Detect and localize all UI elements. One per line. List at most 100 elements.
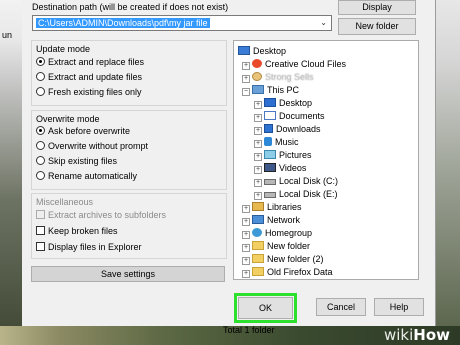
checkbox-extract-to-subfolders: Extract archives to subfolders	[36, 209, 166, 221]
watermark-suffix: How	[413, 326, 451, 344]
radio-button-icon[interactable]	[36, 171, 45, 180]
tree-item-desktop[interactable]: Desktop	[238, 45, 286, 57]
tree-item-new-folder-2[interactable]: + New folder (2)	[242, 253, 324, 265]
checkbox-keep-broken-files[interactable]: Keep broken files	[36, 225, 118, 237]
expand-icon[interactable]: +	[242, 231, 250, 239]
folder-icon	[252, 267, 264, 276]
expand-icon[interactable]: +	[254, 179, 262, 187]
expand-icon[interactable]: +	[254, 153, 262, 161]
homegroup-icon	[252, 228, 262, 237]
checkbox-icon[interactable]	[36, 242, 45, 251]
cancel-button[interactable]: Cancel	[316, 298, 366, 316]
new-folder-button[interactable]: New folder	[338, 18, 416, 35]
radio-fresh-existing[interactable]: Fresh existing files only	[36, 86, 142, 98]
status-total-text: Total 1 folder	[223, 325, 275, 335]
downloads-icon	[264, 124, 273, 133]
tree-item-this-pc[interactable]: − This PC	[242, 84, 299, 96]
tree-item-label: Homegroup	[265, 228, 313, 238]
desktop-folder-icon	[264, 98, 276, 107]
expand-icon[interactable]: +	[242, 205, 250, 213]
expand-icon[interactable]: +	[242, 218, 250, 226]
radio-skip-existing[interactable]: Skip existing files	[36, 155, 117, 167]
radio-label: Rename automatically	[48, 171, 138, 181]
disk-icon	[264, 192, 276, 198]
tree-item-local-disk-c[interactable]: + Local Disk (C:)	[254, 175, 338, 187]
tree-item-label: New folder	[267, 241, 311, 251]
radio-extract-replace[interactable]: Extract and replace files	[36, 56, 144, 68]
update-mode-title: Update mode	[36, 44, 91, 54]
tree-item-libraries[interactable]: + Libraries	[242, 201, 302, 213]
expand-icon[interactable]: +	[242, 257, 250, 265]
radio-label: Ask before overwrite	[48, 126, 131, 136]
expand-icon[interactable]: +	[254, 101, 262, 109]
radio-extract-update[interactable]: Extract and update files	[36, 71, 142, 83]
desktop-icon	[238, 46, 250, 55]
miscellaneous-title: Miscellaneous	[36, 197, 94, 207]
tree-item-new-folder[interactable]: + New folder	[242, 240, 310, 252]
expand-icon[interactable]: +	[242, 270, 250, 278]
expand-icon[interactable]: +	[254, 192, 262, 200]
destination-path-value[interactable]: C:\Users\ADMIN\Downloads\pdf\my jar file	[36, 18, 210, 28]
expand-icon[interactable]: +	[242, 62, 250, 70]
user-folder-icon	[252, 72, 262, 81]
destination-path-combobox[interactable]: C:\Users\ADMIN\Downloads\pdf\my jar file…	[32, 15, 332, 31]
tree-item-music[interactable]: + Music	[254, 136, 299, 148]
tree-item-homegroup[interactable]: + Homegroup	[242, 227, 312, 239]
tree-item-documents[interactable]: + Documents	[254, 110, 325, 122]
checkbox-label: Display files in Explorer	[48, 242, 142, 252]
radio-label: Fresh existing files only	[48, 87, 142, 97]
radio-rename-automatically[interactable]: Rename automatically	[36, 170, 137, 182]
expand-icon[interactable]: +	[242, 75, 250, 83]
folder-icon	[252, 241, 264, 250]
this-pc-icon	[252, 85, 264, 94]
tree-item-user[interactable]: + Strong Sells	[242, 71, 314, 83]
expand-icon[interactable]: +	[254, 166, 262, 174]
tree-item-network[interactable]: + Network	[242, 214, 300, 226]
libraries-icon	[252, 202, 264, 211]
display-button[interactable]: Display	[338, 0, 416, 15]
radio-button-icon[interactable]	[36, 156, 45, 165]
help-button[interactable]: Help	[374, 298, 424, 316]
ok-button[interactable]: OK	[234, 293, 297, 323]
expand-icon[interactable]: +	[254, 114, 262, 122]
background-window-left: un	[0, 0, 22, 345]
tree-item-local-disk-e[interactable]: + Local Disk (E:)	[254, 188, 338, 200]
chevron-down-icon[interactable]: ⌄	[320, 18, 327, 27]
collapse-icon[interactable]: −	[242, 88, 250, 96]
expand-icon[interactable]: +	[254, 140, 262, 148]
checkbox-display-in-explorer[interactable]: Display files in Explorer	[36, 241, 142, 253]
radio-button-icon[interactable]	[36, 87, 45, 96]
tree-item-label: Pictures	[279, 150, 312, 160]
tree-item-label: Music	[275, 137, 299, 147]
tree-item-pictures[interactable]: + Pictures	[254, 149, 312, 161]
wikihow-watermark: wikiHow	[384, 326, 450, 344]
creative-cloud-icon	[252, 59, 262, 68]
save-settings-button[interactable]: Save settings	[31, 266, 225, 282]
checkbox-label: Extract archives to subfolders	[48, 210, 167, 220]
tree-item-old-firefox-data[interactable]: + Old Firefox Data	[242, 266, 333, 278]
checkbox-icon[interactable]	[36, 226, 45, 235]
update-mode-group: Update mode Extract and replace files Ex…	[31, 40, 227, 106]
expand-icon[interactable]: +	[254, 127, 262, 135]
tree-item-videos[interactable]: + Videos	[254, 162, 306, 174]
tree-item-creative-cloud[interactable]: + Creative Cloud Files	[242, 58, 346, 70]
tree-item-label: Documents	[279, 111, 325, 121]
disk-icon	[264, 179, 276, 185]
extract-dialog: Destination path (will be created if doe…	[22, 0, 436, 326]
radio-button-icon[interactable]	[36, 126, 45, 135]
folder-icon	[252, 254, 264, 263]
radio-overwrite-without-prompt[interactable]: Overwrite without prompt	[36, 140, 148, 152]
tree-item-downloads[interactable]: + Downloads	[254, 123, 321, 135]
tree-item-label: Libraries	[267, 202, 302, 212]
folder-tree[interactable]: Desktop + Creative Cloud Files + Strong Se…	[233, 40, 419, 280]
checkbox-icon	[36, 210, 45, 219]
radio-button-icon[interactable]	[36, 72, 45, 81]
radio-button-icon[interactable]	[36, 141, 45, 150]
tree-item-pc-desktop[interactable]: + Desktop	[254, 97, 312, 109]
expand-icon[interactable]: +	[242, 244, 250, 252]
radio-ask-before-overwrite[interactable]: Ask before overwrite	[36, 125, 130, 137]
documents-icon	[264, 111, 276, 120]
tree-item-label: Strong Sells	[265, 72, 314, 82]
radio-button-icon[interactable]	[36, 57, 45, 66]
radio-label: Skip existing files	[48, 156, 118, 166]
